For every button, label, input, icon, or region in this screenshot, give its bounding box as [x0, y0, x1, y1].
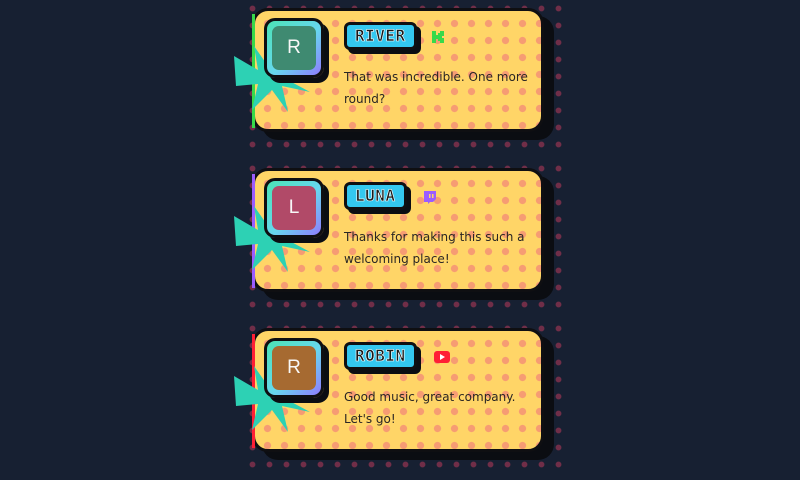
- username-tag: LUNA: [344, 182, 407, 210]
- avatar: R: [272, 26, 316, 70]
- avatar-initial: R: [287, 357, 301, 378]
- username-tag: RIVER: [344, 22, 417, 50]
- youtube-icon: [434, 349, 450, 365]
- avatar-frame: L: [264, 178, 324, 238]
- username: ROBIN: [355, 346, 406, 365]
- avatar-frame: R: [264, 18, 324, 78]
- message-text: Good music, great company. Let's go!: [344, 390, 516, 426]
- kick-icon: [430, 29, 446, 45]
- message-text: Thanks for making this such a welcoming …: [344, 230, 525, 266]
- chat-message-card: R ROBIN Good music, great company. Let's…: [234, 328, 544, 452]
- chat-message-card: R RIVER That was incredible. One more ro…: [234, 8, 544, 132]
- username: LUNA: [355, 186, 396, 205]
- avatar: L: [272, 186, 316, 230]
- message-text: That was incredible. One more round?: [344, 70, 528, 106]
- username: RIVER: [355, 26, 406, 45]
- chat-overlay: R RIVER That was incredible. One more ro…: [0, 0, 800, 480]
- avatar: R: [272, 346, 316, 390]
- chat-message-card: L LUNA Thanks for making this such a wel…: [234, 168, 544, 292]
- avatar-initial: L: [288, 197, 300, 218]
- twitch-icon: [422, 189, 438, 205]
- username-tag: ROBIN: [344, 342, 417, 370]
- avatar-frame: R: [264, 338, 324, 398]
- avatar-initial: R: [287, 37, 301, 58]
